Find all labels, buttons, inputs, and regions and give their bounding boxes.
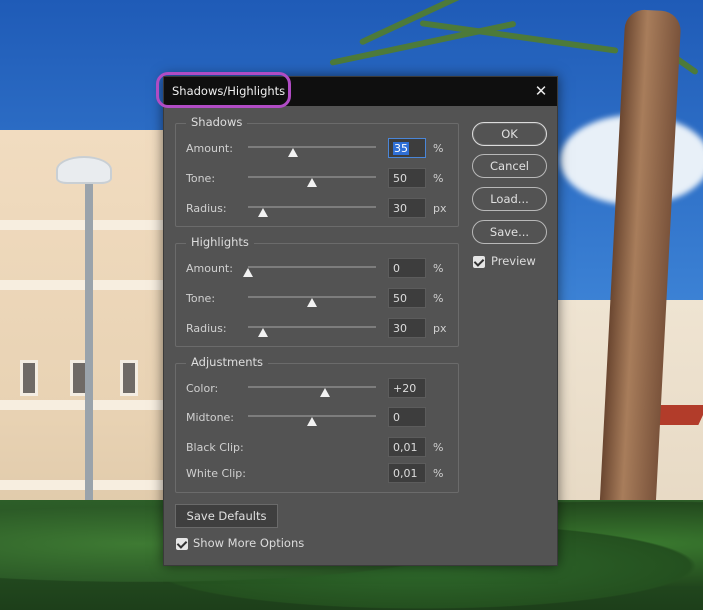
shadows-radius-row: Radius: 30 px xyxy=(176,198,460,220)
adjustments-group: Adjustments Color: +20 Midtone: 0 Black … xyxy=(175,355,460,493)
midtone-field[interactable]: 0 xyxy=(388,407,426,427)
highlights-amount-slider-thumb[interactable] xyxy=(243,268,253,277)
shadows-radius-unit: px xyxy=(433,202,447,215)
save-button[interactable]: Save... xyxy=(472,220,547,244)
white-clip-unit: % xyxy=(433,467,444,480)
highlights-group-title: Highlights xyxy=(186,235,254,249)
title-highlight-ring xyxy=(156,72,291,108)
highlights-amount-label: Amount: xyxy=(186,262,233,275)
highlights-group: Highlights Amount: 0 % Tone: 50 % Radius… xyxy=(175,235,460,347)
shadows-tone-row: Tone: 50 % xyxy=(176,168,460,190)
shadows-amount-unit: % xyxy=(433,142,444,155)
preview-checkbox[interactable] xyxy=(473,256,485,268)
highlights-tone-field[interactable]: 50 xyxy=(388,288,426,308)
black-clip-field[interactable]: 0,01 xyxy=(388,437,426,457)
white-clip-field[interactable]: 0,01 xyxy=(388,463,426,483)
highlights-radius-unit: px xyxy=(433,322,447,335)
show-more-options-label: Show More Options xyxy=(193,536,305,550)
highlights-amount-row: Amount: 0 % xyxy=(176,258,460,280)
shadows-radius-field[interactable]: 30 xyxy=(388,198,426,218)
shadows-tone-label: Tone: xyxy=(186,172,216,185)
shadows-radius-slider-thumb[interactable] xyxy=(258,208,269,217)
highlights-amount-unit: % xyxy=(433,262,444,275)
highlights-amount-slider[interactable] xyxy=(248,266,376,268)
shadows-tone-slider-thumb[interactable] xyxy=(307,178,317,187)
cancel-button[interactable]: Cancel xyxy=(472,154,547,178)
close-icon[interactable]: ✕ xyxy=(531,81,551,101)
highlights-tone-label: Tone: xyxy=(186,292,216,305)
highlights-tone-unit: % xyxy=(433,292,444,305)
black-clip-row: Black Clip: 0,01 % xyxy=(176,437,460,459)
load-button[interactable]: Load... xyxy=(472,187,547,211)
black-clip-label: Black Clip: xyxy=(186,441,244,454)
color-row: Color: +20 xyxy=(176,378,460,400)
shadows-amount-field[interactable]: 35 xyxy=(388,138,426,158)
highlights-radius-field[interactable]: 30 xyxy=(388,318,426,338)
white-clip-label: White Clip: xyxy=(186,467,246,480)
show-more-options-checkbox[interactable] xyxy=(176,538,188,550)
color-label: Color: xyxy=(186,382,219,395)
color-slider-thumb[interactable] xyxy=(319,388,330,397)
shadows-amount-row: Amount: 35 % xyxy=(176,138,460,160)
highlights-tone-row: Tone: 50 % xyxy=(176,288,460,310)
ok-button[interactable]: OK xyxy=(472,122,547,146)
highlights-radius-row: Radius: 30 px xyxy=(176,318,460,340)
highlights-amount-field[interactable]: 0 xyxy=(388,258,426,278)
white-clip-row: White Clip: 0,01 % xyxy=(176,463,460,485)
shadows-amount-slider[interactable] xyxy=(248,146,376,148)
save-defaults-button[interactable]: Save Defaults xyxy=(175,504,278,528)
street-lamp xyxy=(56,156,112,184)
shadows-group: Shadows Amount: 35 % Tone: 50 % Radius: … xyxy=(175,115,460,227)
shadows-amount-label: Amount: xyxy=(186,142,233,155)
shadows-tone-field[interactable]: 50 xyxy=(388,168,426,188)
highlights-tone-slider-thumb[interactable] xyxy=(307,298,317,307)
title-bar[interactable]: Shadows/Highlights ✕ xyxy=(156,72,557,108)
adjustments-group-title: Adjustments xyxy=(186,355,269,369)
shadows-group-title: Shadows xyxy=(186,115,248,129)
midtone-slider-thumb[interactable] xyxy=(307,417,317,426)
black-clip-unit: % xyxy=(433,441,444,454)
shadows-tone-unit: % xyxy=(433,172,444,185)
shadows-radius-label: Radius: xyxy=(186,202,227,215)
shadows-highlights-dialog: Shadows/Highlights ✕ Shadows Amount: 35 … xyxy=(156,72,558,566)
midtone-row: Midtone: 0 xyxy=(176,407,460,429)
highlights-radius-slider-thumb[interactable] xyxy=(258,328,269,337)
color-slider[interactable] xyxy=(248,386,376,388)
color-field[interactable]: +20 xyxy=(388,378,426,398)
highlights-radius-label: Radius: xyxy=(186,322,227,335)
shadows-amount-slider-thumb[interactable] xyxy=(287,148,298,157)
preview-label: Preview xyxy=(491,254,536,268)
midtone-label: Midtone: xyxy=(186,411,235,424)
